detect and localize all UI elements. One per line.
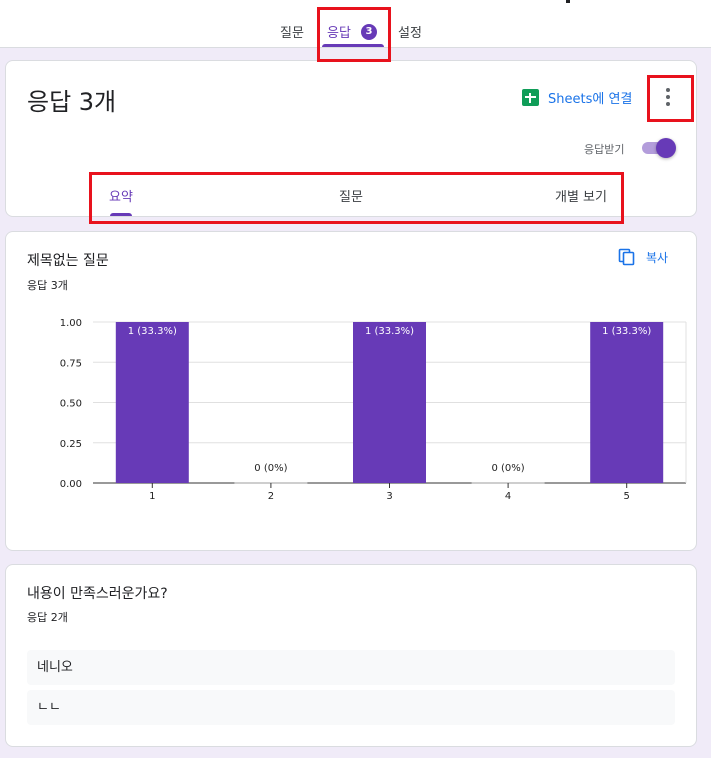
accepting-responses-label: 응답받기 <box>584 143 625 156</box>
highlight-box <box>89 172 624 224</box>
highlight-box <box>317 7 391 62</box>
tab-settings[interactable]: 설정 <box>398 22 422 41</box>
sheets-icon[interactable] <box>522 89 539 106</box>
tab-questions[interactable]: 질문 <box>280 22 304 41</box>
question-card-1 <box>5 231 697 551</box>
toggle-knob[interactable] <box>656 138 676 158</box>
copy-button[interactable]: 복사 <box>646 249 668 266</box>
answer-item: 네니오 <box>27 650 675 685</box>
cursor-mark <box>566 0 570 3</box>
question-title: 제목없는 질문 <box>27 253 109 269</box>
answer-item: ㄴㄴ <box>27 690 675 725</box>
response-count: 응답 2개 <box>27 611 68 624</box>
question-title: 내용이 만족스러운가요? <box>27 586 168 602</box>
highlight-box <box>647 75 694 122</box>
link-sheets-button[interactable]: Sheets에 연결 <box>548 88 632 107</box>
copy-icon[interactable] <box>618 248 636 266</box>
response-count: 응답 3개 <box>27 279 68 292</box>
page-title: 응답 3개 <box>27 88 117 116</box>
